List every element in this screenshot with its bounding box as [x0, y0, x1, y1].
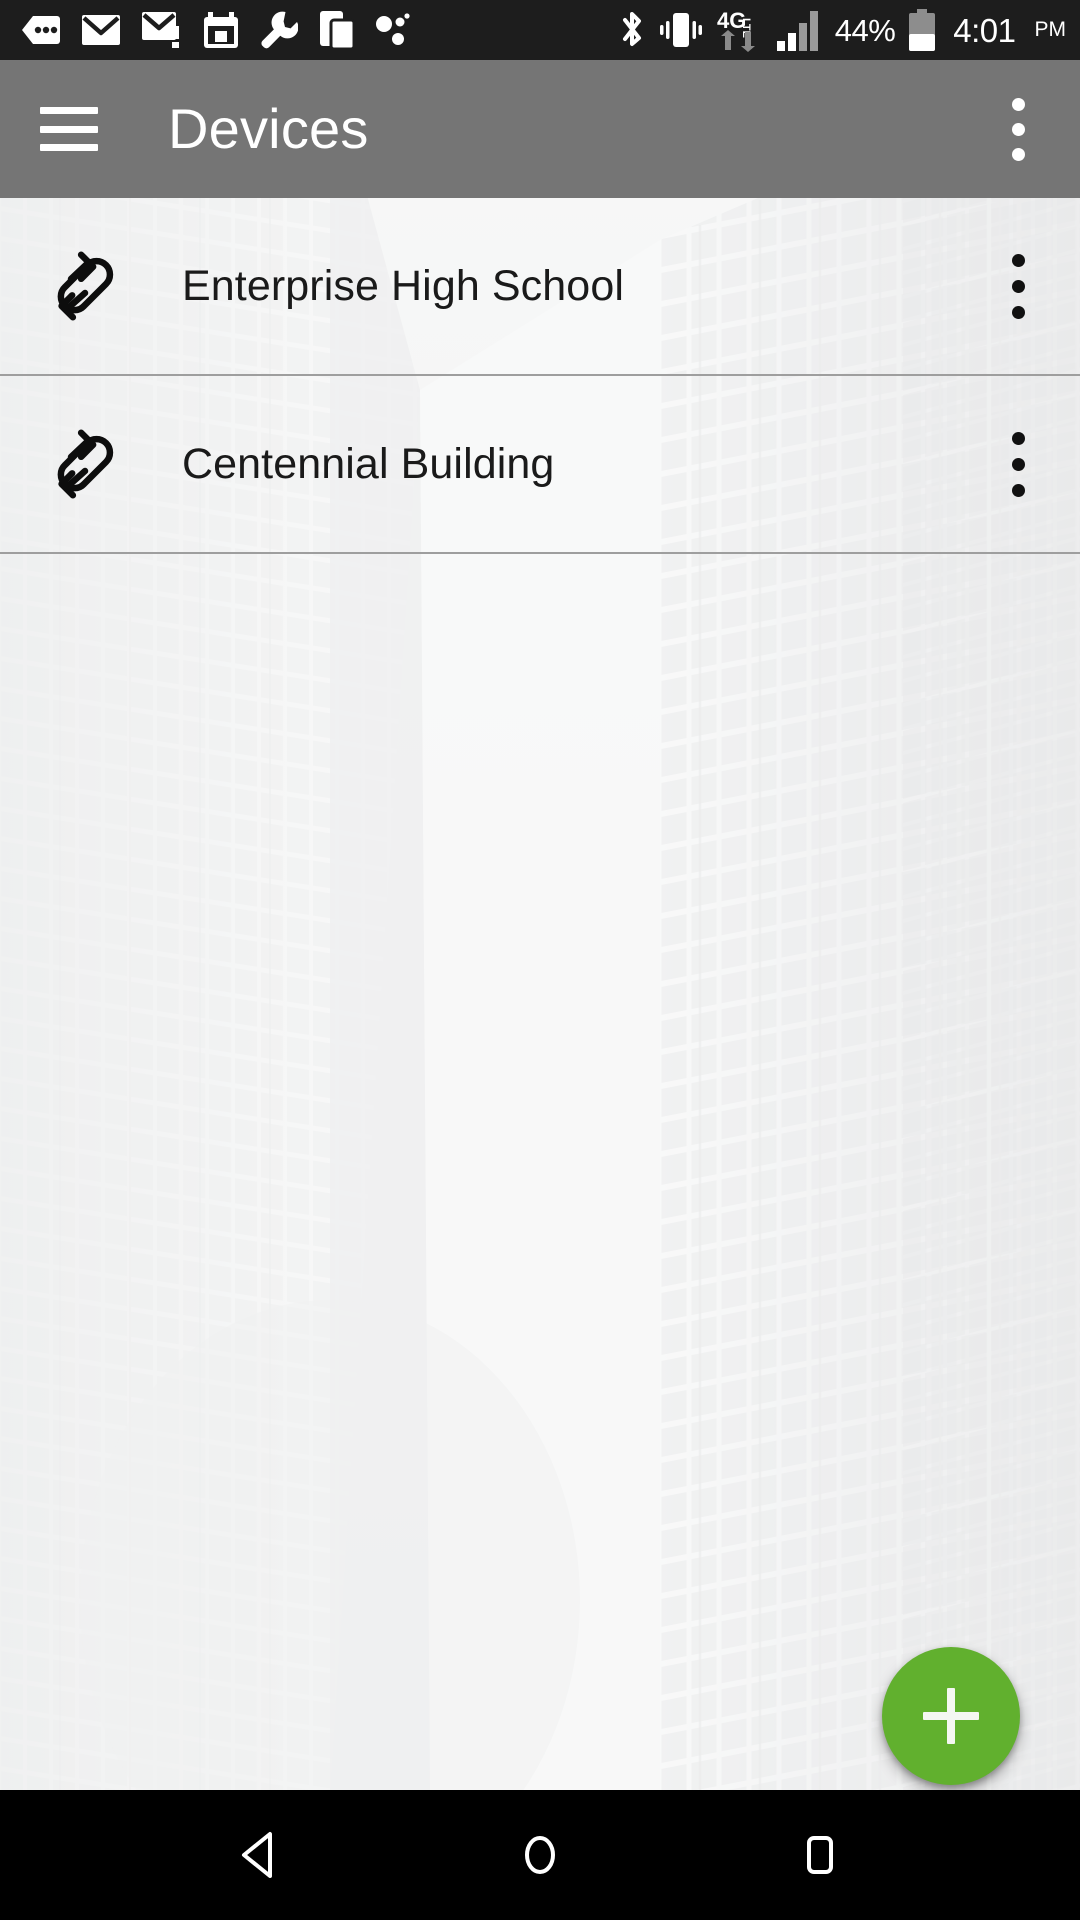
mail-alert-icon	[142, 12, 179, 48]
add-device-fab[interactable]	[882, 1647, 1020, 1785]
mail-icon	[82, 15, 120, 45]
signal-bars-icon	[776, 11, 818, 51]
list-item[interactable]: Enterprise High School	[0, 198, 1080, 376]
main-content: Enterprise High School Centennial Buildi…	[0, 198, 1080, 1790]
network-4glte-icon: 4G LTE	[717, 8, 755, 52]
battery-icon	[909, 9, 936, 51]
home-button[interactable]	[480, 1805, 600, 1905]
kebab-dot	[1011, 122, 1025, 136]
device-list: Enterprise High School Centennial Buildi…	[0, 198, 1080, 554]
hamburger-icon[interactable]	[40, 107, 98, 151]
kebab-dot	[1011, 147, 1025, 161]
link-transfer-icon	[40, 248, 116, 324]
hamburger-bar	[40, 144, 98, 151]
more-vert-icon[interactable]	[982, 84, 1054, 174]
kebab-dot	[1011, 279, 1025, 293]
clock-label: 4:01	[953, 11, 1016, 49]
recents-button[interactable]	[760, 1805, 880, 1905]
status-bar-left-icons	[22, 11, 410, 49]
link-transfer-icon	[40, 426, 116, 502]
list-item[interactable]: Centennial Building	[0, 376, 1080, 554]
page-title: Devices	[168, 97, 369, 160]
app-bar: Devices	[0, 60, 1080, 198]
status-bar: 4G LTE 44% 4:01 PM	[0, 0, 1080, 60]
phone-screen: 4G LTE 44% 4:01 PM Devices Enterprise Hi…	[0, 0, 1080, 1920]
kebab-dot	[1011, 97, 1025, 111]
kebab-dot	[1011, 305, 1025, 319]
circle-home-icon	[525, 1836, 555, 1874]
plus-icon	[923, 1688, 979, 1744]
triangle-back-icon	[242, 1832, 272, 1878]
hamburger-bar	[40, 125, 98, 133]
kebab-dot	[1011, 483, 1025, 497]
kebab-dot	[1011, 457, 1025, 471]
kebab-dot	[1011, 253, 1025, 267]
square-recents-icon	[807, 1836, 833, 1874]
list-item-label: Enterprise High School	[182, 261, 624, 310]
list-item-label: Centennial Building	[182, 439, 555, 488]
battery-percent-label: 44%	[834, 12, 896, 48]
clock-ampm-label: PM	[1034, 18, 1067, 41]
android-nav-bar	[0, 1790, 1080, 1920]
back-button[interactable]	[200, 1805, 320, 1905]
bluetooth-icon	[622, 12, 641, 46]
status-bar-right-icons: 4G LTE 44% 4:01 PM	[619, 8, 1066, 52]
more-vert-icon[interactable]	[982, 236, 1054, 336]
screen-mirror-icon	[320, 11, 354, 49]
more-vert-icon[interactable]	[982, 414, 1054, 514]
calendar-icon	[204, 12, 238, 48]
kebab-dot	[1011, 431, 1025, 445]
wrench-icon	[261, 11, 298, 49]
hamburger-bar	[40, 107, 98, 114]
vibrate-icon	[659, 13, 702, 47]
message-bubble-icon	[22, 16, 60, 44]
nearby-share-icon	[376, 13, 410, 45]
